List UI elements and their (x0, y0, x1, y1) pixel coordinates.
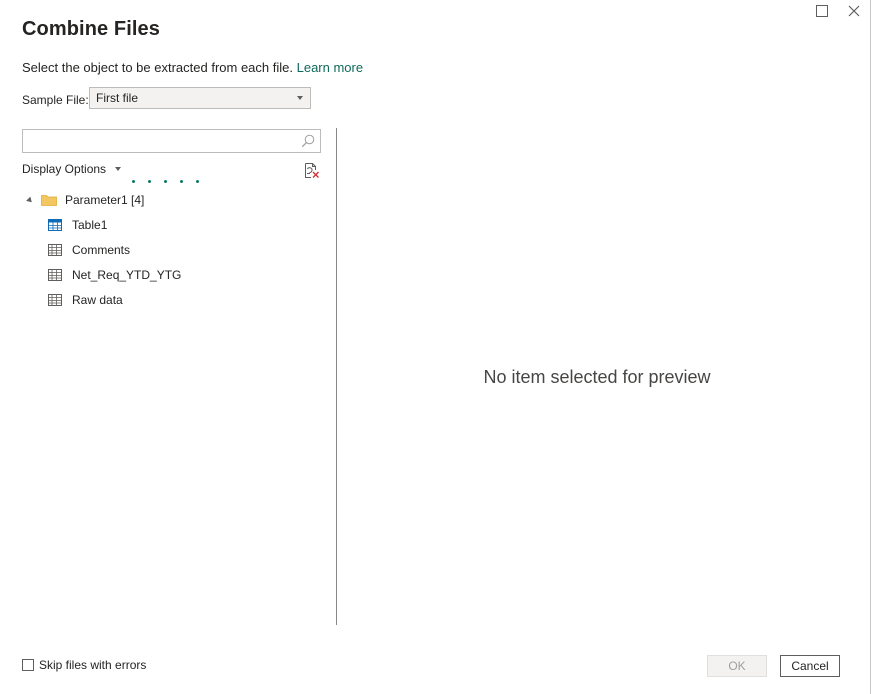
tree-item-label: Parameter1 [4] (65, 193, 145, 207)
chevron-down-icon (115, 167, 122, 171)
display-options-dropdown[interactable]: Display Options (22, 162, 122, 176)
dialog-subtitle: Select the object to be extracted from e… (22, 60, 363, 75)
display-options-label: Display Options (22, 162, 107, 176)
search-input[interactable] (23, 130, 293, 152)
preview-empty-message: No item selected for preview (483, 367, 711, 387)
folder-icon (41, 195, 57, 206)
tree-item-label: Table1 (72, 218, 108, 232)
subtitle-text: Select the object to be extracted from e… (22, 60, 293, 75)
sheet-icon (48, 243, 62, 256)
search-box (22, 129, 321, 153)
tree-item-comments[interactable]: Comments (48, 240, 130, 260)
tree-item-net-req-ytd-ytg[interactable]: Net_Req_YTD_YTG (48, 265, 181, 285)
loading-dot (180, 180, 183, 183)
loading-dot (132, 180, 135, 183)
loading-indicator (132, 180, 199, 183)
chevron-down-icon (297, 96, 303, 100)
tree-item-label: Raw data (72, 293, 123, 307)
tree-item-parameter1[interactable]: Parameter1 [4] (26, 190, 145, 210)
table-icon (48, 218, 62, 231)
tree-item-label: Comments (72, 243, 131, 257)
tree-item-table1[interactable]: Table1 (48, 215, 107, 235)
sheet-icon (48, 293, 62, 306)
combine-files-dialog: Combine Files Select the object to be ex… (0, 0, 871, 694)
loading-dot (148, 180, 151, 183)
checkbox-box[interactable] (22, 659, 34, 671)
refresh-preview-icon[interactable] (303, 162, 320, 179)
dialog-title: Combine Files (22, 18, 160, 40)
loading-dot (196, 180, 199, 183)
maximize-icon (816, 5, 828, 17)
skip-errors-label: Skip files with errors (39, 658, 147, 672)
close-button[interactable] (845, 2, 863, 20)
tree-item-raw-data[interactable]: Raw data (48, 290, 123, 310)
close-icon (848, 5, 860, 17)
loading-dot (164, 180, 167, 183)
sample-file-value: First file (96, 91, 138, 105)
cancel-button[interactable]: Cancel (780, 655, 840, 677)
expand-arrow-icon[interactable] (26, 196, 34, 204)
skip-errors-checkbox[interactable]: Skip files with errors (22, 658, 146, 672)
tree-item-label: Net_Req_YTD_YTG (72, 268, 182, 282)
maximize-button[interactable] (813, 2, 831, 20)
learn-more-link[interactable]: Learn more (297, 60, 363, 75)
sample-file-dropdown[interactable]: First file (89, 87, 311, 109)
ok-button[interactable]: OK (707, 655, 767, 677)
sheet-icon (48, 268, 62, 281)
search-icon[interactable] (300, 133, 316, 149)
sample-file-label: Sample File: (22, 93, 89, 107)
